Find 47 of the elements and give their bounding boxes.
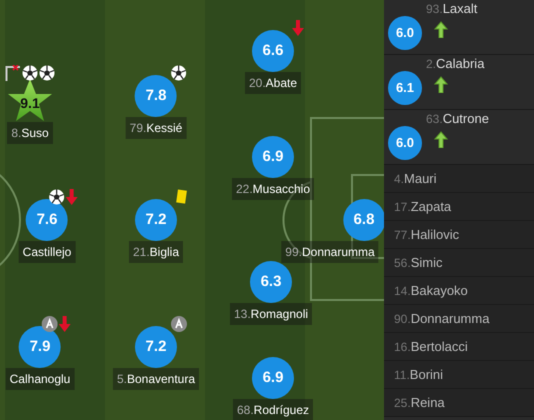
player-name-label[interactable]: 13.Romagnoli [230,303,312,325]
substitute-row[interactable]: 6.1 2.Calabria [384,55,534,110]
player-name-label[interactable]: 99.Donnarumma [281,241,379,263]
bench-row[interactable]: 4.Mauri [384,165,534,193]
bench-row[interactable]: 25.Reina [384,389,534,417]
rating-badge: 6.0 [388,16,422,50]
goalpost-icon [5,65,21,81]
player-name-label[interactable]: 21.Biglia [128,241,184,263]
ball-icon [22,65,38,81]
player-name-label[interactable]: 8.Suso [7,122,53,144]
rating-badge: 6.8 [343,199,384,241]
bench-row[interactable]: 77.Halilovic [384,221,534,249]
rating-badge: 6.9 [252,136,294,178]
assist-icon [171,316,187,332]
player-name-label[interactable]: 79.Kessié [126,117,186,139]
bench-row[interactable]: 16.Bertolacci [384,333,534,361]
player-name: 2.Calabria [426,57,484,70]
substitute-row[interactable]: 6.0 93.Laxalt [384,0,534,55]
bench-row[interactable]: 56.Simic [384,249,534,277]
ball-icon [49,189,65,205]
bench-row[interactable]: 90.Donnarumma [384,305,534,333]
down-arrow-icon [66,189,78,205]
up-arrow-icon [434,131,448,148]
player-name-label[interactable]: Calhanoglu [6,368,74,390]
player-name-label[interactable]: 20.Abate [244,72,302,94]
ball-icon [171,65,187,81]
bench-row[interactable]: 14.Bakayoko [384,277,534,305]
rating-text: 9.1 [20,94,40,112]
rating-badge: 6.9 [252,357,294,399]
assist-icon [42,316,58,332]
bench-row[interactable]: 17.Zapata [384,193,534,221]
player-name-label[interactable]: 5.Bonaventura [112,368,200,390]
rating-badge: 6.1 [388,71,422,105]
up-arrow-icon [434,21,448,38]
player-name-label[interactable]: 22.Musacchio [232,178,314,200]
ball-icon [39,65,55,81]
player-name: 63.Cutrone [426,112,489,125]
player-name-label[interactable]: 68.Rodríguez [232,399,314,420]
player-name: 93.Laxalt [426,2,478,15]
up-arrow-icon [434,76,448,93]
down-arrow-icon [59,316,71,332]
rating-badge: 6.3 [250,261,292,303]
bench-row[interactable]: 11.Borini [384,361,534,389]
rating-badge: 6.0 [388,126,422,160]
booking-card-icon [175,189,187,205]
down-arrow-icon [292,20,304,36]
player-name-label[interactable]: Castillejo [18,241,76,263]
